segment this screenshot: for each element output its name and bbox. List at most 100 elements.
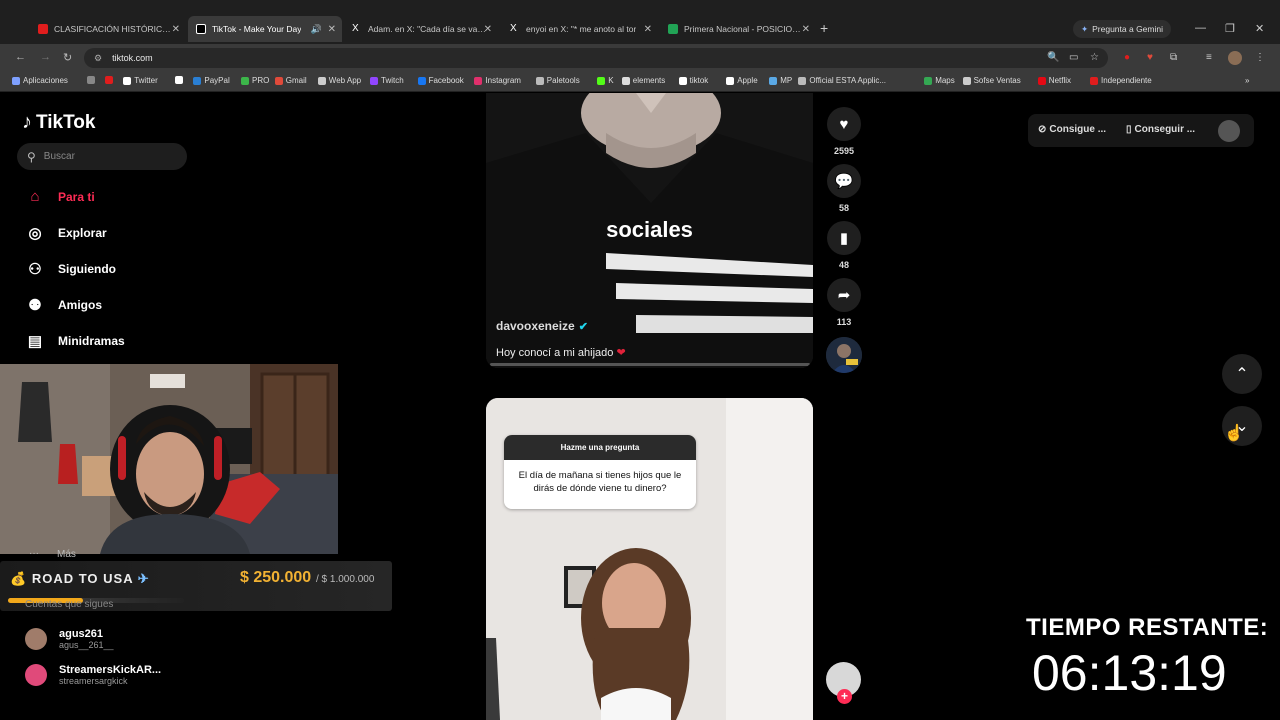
bookmark-item[interactable]: tiktok <box>678 76 709 85</box>
menu-icon[interactable]: ⋮ <box>1255 52 1265 63</box>
forward-icon[interactable]: → <box>40 51 51 63</box>
bookmark-item[interactable]: Web App <box>317 76 361 85</box>
bookmark-item[interactable]: Twitch <box>370 76 404 85</box>
bookmark-item[interactable]: K <box>597 76 614 85</box>
nav-siguiendo[interactable]: ⚇ Siguiendo <box>26 260 116 278</box>
zoom-icon[interactable]: 🔍 <box>1047 52 1059 63</box>
bookmark-item[interactable]: Gmail <box>274 76 307 85</box>
bookmark-item[interactable]: Facebook <box>417 76 464 85</box>
bookmark-item[interactable]: Official ESTA Applic... <box>798 76 886 85</box>
address-bar[interactable]: ⚙ tiktok.com <box>84 48 1108 68</box>
video-progress-bar[interactable] <box>490 363 810 366</box>
follow-plus-icon[interactable]: + <box>837 689 852 704</box>
bookmark-item[interactable]: Maps <box>924 76 955 85</box>
video-player[interactable]: sociales davooxeneize ✔ Hoy conocí a mi … <box>486 93 813 368</box>
bookmark-item[interactable] <box>105 76 114 84</box>
bookmark-label: Netflix <box>1048 76 1072 85</box>
bookmark-item[interactable]: Aplicaciones <box>12 76 68 85</box>
more-dots-icon: ··· <box>29 548 39 559</box>
webcam-image <box>0 364 338 554</box>
road-title: 💰 ROAD TO USA ✈ <box>10 571 150 587</box>
save-count: 48 <box>838 260 849 270</box>
speaker-icon[interactable]: 🔊 <box>311 24 322 35</box>
close-window-icon[interactable]: ✕ <box>1255 22 1264 35</box>
extension-icon[interactable]: ♥ <box>1147 52 1153 63</box>
comment-action[interactable]: 💬 58 <box>826 164 862 213</box>
browser-tab[interactable]: Primera Nacional - POSICIONES ✕ <box>660 16 816 42</box>
bookmark-item[interactable]: Paletools <box>535 76 580 85</box>
bookmark-item[interactable]: PayPal <box>193 76 230 85</box>
browser-tab[interactable]: X enyoi en X: "* me anoto al tor ✕ <box>502 16 658 42</box>
bookmark-item[interactable] <box>87 76 96 84</box>
video-player-next[interactable]: Hazme una pregunta El día de mañana si t… <box>486 398 813 720</box>
back-icon[interactable]: ← <box>15 51 26 63</box>
nav-explorar[interactable]: ◎ Explorar <box>26 224 106 242</box>
bookmark-favicon-icon <box>924 76 933 85</box>
more-label[interactable]: ··· Más <box>29 548 76 560</box>
bookmark-item[interactable]: Instagram <box>474 76 521 85</box>
bookmark-item[interactable]: Independiente <box>1090 76 1152 85</box>
get-app-button[interactable]: ▯ Conseguir ... <box>1126 124 1195 135</box>
browser-tab-active[interactable]: TikTok - Make Your Day 🔊 ✕ <box>188 16 342 42</box>
tiktok-page: ♪ TikTok ⚲ Buscar ⌂ Para ti ◎ Explorar ⚇… <box>0 93 1280 720</box>
bookmark-favicon-icon <box>87 76 96 84</box>
profile-avatar[interactable] <box>1228 51 1242 65</box>
nav-amigos[interactable]: ⚉ Amigos <box>26 296 102 314</box>
tiktok-logo[interactable]: ♪ TikTok <box>22 111 95 134</box>
extension-red-icon[interactable]: ● <box>1124 52 1130 63</box>
comment-icon[interactable]: 💬 <box>827 164 861 198</box>
bookmark-favicon-icon <box>597 76 606 85</box>
install-icon[interactable]: ▭ <box>1069 52 1078 63</box>
bookmark-star-icon[interactable]: ☆ <box>1090 52 1099 63</box>
share-icon[interactable]: ➦ <box>827 278 861 312</box>
site-info-icon[interactable]: ⚙ <box>94 53 102 64</box>
extensions-icon[interactable]: ⧉ <box>1170 52 1177 63</box>
followed-account[interactable]: agus261 agus__261__ <box>25 628 114 650</box>
followed-account[interactable]: StreamersKickAR... streamersargkick <box>25 664 161 686</box>
bookmark-favicon-icon <box>123 76 132 85</box>
bookmark-item[interactable]: elements <box>621 76 665 85</box>
avatar[interactable] <box>1218 120 1240 142</box>
close-icon[interactable]: ✕ <box>172 24 180 35</box>
creator-avatar[interactable] <box>826 337 862 373</box>
close-icon[interactable]: ✕ <box>328 24 336 35</box>
bookmark-item[interactable]: Apple <box>726 76 758 85</box>
airplane-icon: ✈ <box>137 571 150 586</box>
bookmark-label: tiktok <box>689 76 709 85</box>
bookmarks-overflow-icon[interactable]: » <box>1245 76 1249 85</box>
close-icon[interactable]: ✕ <box>802 24 810 35</box>
scroll-up-button[interactable]: ⌃ <box>1222 354 1262 394</box>
reload-icon[interactable]: ↻ <box>63 51 72 64</box>
nav-label: Siguiendo <box>58 262 116 276</box>
minimize-icon[interactable]: — <box>1195 22 1206 34</box>
bookmark-icon[interactable]: ▮ <box>827 221 861 255</box>
get-coins-button[interactable]: ⊘ Consigue ... <box>1038 124 1106 135</box>
close-icon[interactable]: ✕ <box>644 24 652 35</box>
timer-label: TIEMPO RESTANTE: <box>1026 614 1269 641</box>
heart-icon[interactable]: ♥ <box>827 107 861 141</box>
nav-label: Amigos <box>58 298 103 312</box>
search-input[interactable]: ⚲ Buscar <box>17 143 187 170</box>
bookmark-item[interactable] <box>175 76 184 84</box>
bookmark-item[interactable]: MP <box>769 76 792 85</box>
nav-para-ti[interactable]: ⌂ Para ti <box>26 188 94 205</box>
bookmark-item[interactable]: PRO <box>241 76 269 85</box>
close-icon[interactable]: ✕ <box>484 24 492 35</box>
share-action[interactable]: ➦ 113 <box>826 278 862 327</box>
media-icon[interactable]: ≡ <box>1206 52 1212 63</box>
browser-tab[interactable]: CLASIFICACIÓN HISTÓRICA A C ✕ <box>30 16 186 42</box>
bookmark-label: K <box>608 76 614 85</box>
browser-tab[interactable]: X Adam. en X: "Cada día se va nc ✕ <box>344 16 498 42</box>
video-author[interactable]: davooxeneize ✔ <box>496 319 588 333</box>
more-text: Más <box>57 549 76 560</box>
nav-minidramas[interactable]: ▤ Minidramas <box>26 332 125 350</box>
gemini-button[interactable]: ✦ Pregunta a Gemini <box>1073 20 1171 38</box>
bookmark-label: Sofse Ventas <box>973 76 1021 85</box>
new-tab-button[interactable]: + <box>820 20 828 36</box>
save-action[interactable]: ▮ 48 <box>826 221 862 270</box>
bookmark-item[interactable]: Sofse Ventas <box>962 76 1021 85</box>
bookmark-item[interactable]: Twitter <box>123 76 158 85</box>
restore-icon[interactable]: ❐ <box>1225 22 1235 35</box>
bookmark-item[interactable]: Netflix <box>1037 76 1072 85</box>
like-action[interactable]: ♥ 2595 <box>826 107 862 156</box>
